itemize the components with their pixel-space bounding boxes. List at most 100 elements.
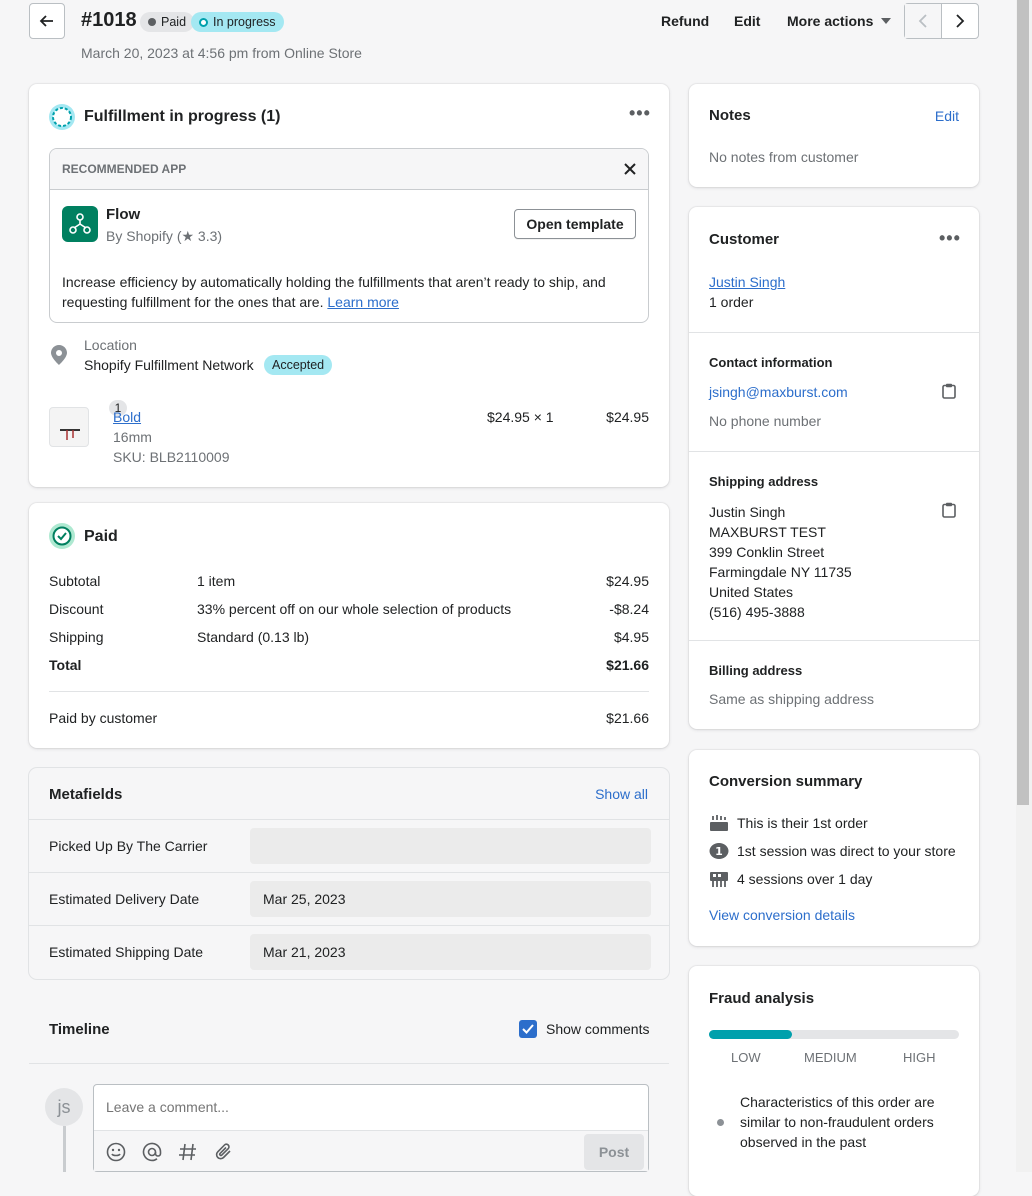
status-dot-icon (148, 18, 156, 26)
payment-card: Paid Subtotal 1 item $24.95 Discount 33%… (29, 503, 669, 748)
svg-text:1: 1 (715, 845, 723, 858)
sessions-icon (710, 872, 728, 887)
recommended-app-box: RECOMMENDED APP Flow By Shopify (★ 3.3) … (49, 148, 649, 323)
metafield-input[interactable]: Mar 25, 2023 (250, 881, 651, 917)
location-pin-icon (51, 345, 67, 365)
discount-label: Discount (49, 601, 104, 617)
location-name: Shopify Fulfillment Network (84, 357, 254, 373)
timeline-divider (29, 1063, 669, 1064)
close-icon[interactable] (624, 163, 636, 175)
billing-address-body: Same as shipping address (709, 691, 874, 707)
edit-notes-link[interactable]: Edit (935, 108, 959, 124)
copy-icon[interactable] (942, 383, 956, 399)
total-amount: $21.66 (606, 657, 649, 673)
metafield-row: Estimated Shipping Date Mar 21, 2023 (29, 925, 669, 978)
address-line: Farmingdale NY 11735 (709, 564, 852, 580)
product-thumbnail[interactable] (49, 407, 89, 447)
paid-by-customer-label: Paid by customer (49, 710, 158, 726)
more-options-icon[interactable]: ••• (629, 104, 651, 122)
hashtag-icon[interactable] (178, 1142, 198, 1162)
edit-order-button[interactable]: Edit (734, 13, 760, 29)
metafield-input[interactable]: Mar 21, 2023 (250, 934, 651, 970)
metafields-title: Metafields (49, 786, 123, 803)
order-subtitle: March 20, 2023 at 4:56 pm from Online St… (81, 45, 362, 61)
customer-name-link[interactable]: Justin Singh (709, 274, 785, 290)
show-all-link[interactable]: Show all (595, 786, 648, 802)
payment-status-label: Paid (161, 15, 187, 29)
chevron-right-icon (956, 14, 965, 28)
mention-icon[interactable] (142, 1142, 162, 1162)
fraud-risk-fill (709, 1030, 792, 1039)
timeline-title: Timeline (49, 1021, 110, 1038)
order-number: #1018 (81, 9, 137, 31)
notes-body: No notes from customer (709, 149, 859, 165)
customer-phone: No phone number (709, 413, 822, 429)
conversion-title: Conversion summary (709, 773, 863, 790)
notes-card: Notes Edit No notes from customer (689, 84, 979, 187)
bullet-icon (717, 1119, 724, 1126)
fulfillment-status-badge: In progress (191, 12, 284, 32)
post-button[interactable]: Post (584, 1134, 644, 1170)
metafield-row: Estimated Delivery Date Mar 25, 2023 (29, 872, 669, 925)
item-unit-price: $24.95 × 1 (487, 409, 554, 425)
address-line: 399 Conklin Street (709, 544, 825, 560)
location-status-badge: Accepted (264, 355, 333, 375)
show-comments-label[interactable]: Show comments (546, 1021, 649, 1037)
back-button[interactable] (29, 3, 65, 39)
payment-title: Paid (84, 528, 118, 545)
product-variant: 16mm (113, 429, 152, 445)
view-conversion-details-link[interactable]: View conversion details (709, 907, 855, 923)
fraud-title: Fraud analysis (709, 990, 815, 1007)
conversion-item: This is their 1st order (709, 814, 868, 832)
emoji-icon[interactable] (106, 1142, 126, 1162)
fraud-card: Fraud analysis LOW MEDIUM HIGH Character… (689, 966, 979, 1196)
app-name: Flow (106, 206, 141, 223)
copy-icon[interactable] (942, 502, 956, 518)
fraud-level-high: HIGH (903, 1050, 936, 1065)
shipping-address-title: Shipping address (709, 474, 819, 489)
more-actions-button[interactable]: More actions (787, 13, 892, 29)
subtotal-desc: 1 item (197, 573, 236, 589)
comment-input[interactable] (95, 1086, 645, 1128)
conversion-item: 1 1st session was direct to your store (709, 842, 956, 860)
section-divider (689, 640, 979, 641)
avatar: js (45, 1088, 83, 1126)
refund-button[interactable]: Refund (661, 13, 709, 29)
show-comments-checkbox[interactable] (519, 1020, 537, 1038)
conversion-item-text: 1st session was direct to your store (737, 843, 956, 859)
open-template-button[interactable]: Open template (514, 209, 636, 239)
customer-card: Customer ••• Justin Singh 1 order Contac… (689, 207, 979, 729)
learn-more-link[interactable]: Learn more (327, 294, 399, 310)
paid-by-customer-amount: $21.66 (606, 710, 649, 726)
previous-order-button[interactable] (905, 4, 942, 38)
scrollbar-track[interactable] (1016, 0, 1032, 1172)
scrollbar-thumb[interactable] (1017, 0, 1029, 805)
contact-title: Contact information (709, 355, 833, 370)
product-link[interactable]: Bold (113, 409, 141, 425)
next-order-button[interactable] (942, 4, 978, 38)
metafield-input[interactable] (250, 828, 651, 864)
product-sku: SKU: BLB2110009 (113, 449, 230, 465)
more-options-icon[interactable]: ••• (939, 229, 961, 247)
fraud-level-medium: MEDIUM (804, 1050, 857, 1065)
checkmark-icon (522, 1024, 534, 1034)
customer-title: Customer (709, 231, 780, 248)
metafield-label: Estimated Shipping Date (49, 944, 204, 960)
fulfillment-title: Fulfillment in progress (1) (84, 108, 281, 125)
payment-divider (49, 691, 649, 692)
metafield-row: Picked Up By The Carrier (29, 819, 669, 872)
shipping-desc: Standard (0.13 lb) (197, 629, 310, 645)
total-label: Total (49, 657, 82, 673)
location-label: Location (84, 337, 137, 353)
customer-email-link[interactable]: jsingh@maxburst.com (709, 384, 848, 400)
address-line: MAXBURST TEST (709, 524, 826, 540)
conversion-item-text: This is their 1st order (737, 815, 868, 831)
subtotal-amount: $24.95 (606, 573, 649, 589)
app-author: By Shopify (★ 3.3) (106, 228, 223, 244)
chevron-left-icon (918, 14, 927, 28)
address-line: United States (709, 584, 794, 600)
attachment-icon[interactable] (214, 1142, 234, 1162)
shipping-amount: $4.95 (613, 629, 649, 645)
first-order-icon (710, 815, 728, 831)
section-divider (689, 451, 979, 452)
